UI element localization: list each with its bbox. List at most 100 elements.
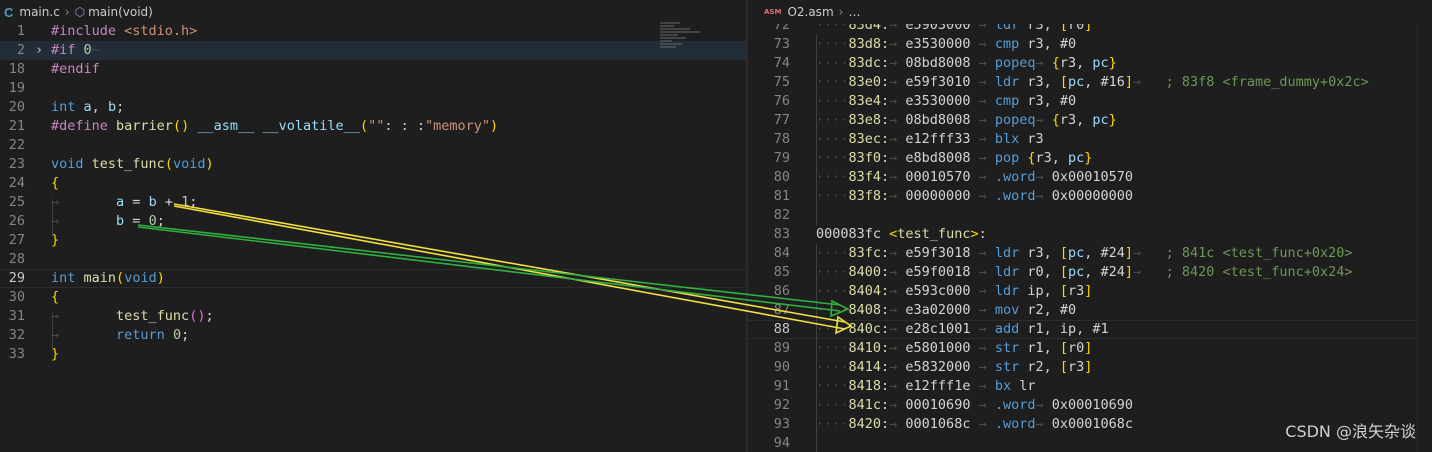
code-line[interactable]: 21 #define barrier() __asm__ __volatile__… xyxy=(0,117,746,136)
code-line[interactable]: 73 ····83d8:→ e3530000 → cmp r3, #0 xyxy=(748,35,1432,54)
token: → xyxy=(1133,245,1166,261)
token: ; 841c <test_func+0x20> xyxy=(1165,245,1353,261)
line-number: 28 xyxy=(8,251,25,267)
token: e3530000 xyxy=(905,36,971,52)
code-line[interactable]: 81 ····83f8:→ 00000000 → .word→ 0x0000000… xyxy=(748,187,1432,206)
token: : xyxy=(978,226,987,242)
code-line[interactable]: 27} xyxy=(0,231,746,250)
token: int xyxy=(51,99,76,115)
token: r3 xyxy=(1068,359,1085,375)
line-text: ····83ec:→ e12fff33 → blx r3 xyxy=(816,130,1044,149)
c-code-area[interactable]: 1 #include <stdio.h> 2 › #if 0⋯ 18 #endif 19 20 i… xyxy=(0,22,746,364)
token: 0 xyxy=(83,42,92,58)
code-line[interactable]: 28 xyxy=(0,250,746,269)
code-line[interactable]: 75 ····83e0:→ e59f3010 → ldr r3, [pc, #16… xyxy=(748,73,1432,92)
code-line[interactable]: 33} xyxy=(0,345,746,364)
c-editor-pane[interactable]: C main.c › ⬡ main(void) 1 #include <stdio… xyxy=(0,0,746,452)
fold-chevron-icon[interactable]: › xyxy=(35,41,43,60)
token: 83e8: xyxy=(848,112,890,128)
line-number: 90 xyxy=(773,359,790,375)
token: ···· xyxy=(816,169,849,185)
breadcrumb-file[interactable]: main.c xyxy=(19,5,59,19)
token: → xyxy=(970,340,995,356)
token: [ xyxy=(1059,359,1069,375)
code-line[interactable]: 26 → b = 0; xyxy=(0,212,746,231)
line-number: 26 xyxy=(8,213,25,229)
code-line[interactable]: 30 { xyxy=(0,288,746,307)
token: → xyxy=(889,131,906,147)
code-line[interactable]: 77 ····83e8:→ 08bd8008 → popeq→ {r3, pc} xyxy=(748,111,1432,130)
code-line[interactable]: 83 000083fc <test_func>: xyxy=(748,225,1432,244)
code-line[interactable]: 88 ····840c:→ e28c1001 → add r1, ip, #1 xyxy=(748,320,1432,339)
token: ···· xyxy=(816,150,849,166)
code-line[interactable]: 20 int a, b; xyxy=(0,98,746,117)
asm-code-area[interactable]: 72 ····83d4:→ e5903000 → ldr r3, [r0] 73 ··… xyxy=(748,16,1432,452)
code-line[interactable]: 84 ····83fc:→ e59f3018 → ldr r3, [pc, #24… xyxy=(748,244,1432,263)
code-line[interactable]: 87 ····8408:→ e3a02000 → mov r2, #0 xyxy=(748,301,1432,320)
token: ···· xyxy=(816,188,849,204)
code-line[interactable]: 80 ····83f4:→ 00010570 → .word→ 0x0001057… xyxy=(748,168,1432,187)
code-line[interactable]: 74 ····83dc:→ 08bd8008 → popeq→ {r3, pc} xyxy=(748,54,1432,73)
token: ldr xyxy=(994,283,1020,299)
code-line[interactable]: 24 { xyxy=(0,174,746,193)
breadcrumb-more[interactable]: … xyxy=(848,5,860,19)
token: → xyxy=(889,264,906,280)
asm-editor-pane[interactable]: ASM O2.asm › … 72 ····83d4:→ e5903000 → l… xyxy=(748,0,1432,452)
code-line[interactable]: 1 #include <stdio.h> xyxy=(0,22,746,41)
line-text: → test_func(); xyxy=(51,307,214,326)
code-line[interactable]: 79 ····83f0:→ e8bd8008 → pop {r3, pc} xyxy=(748,149,1432,168)
vertical-scrollbar[interactable] xyxy=(1417,0,1432,452)
code-line[interactable]: 25 → a = b + 1; xyxy=(0,193,746,212)
token: cmp xyxy=(994,36,1020,52)
token: pc xyxy=(1092,55,1109,71)
token: 08bd8008 xyxy=(905,55,971,71)
code-line[interactable]: 76 ····83e4:→ e3530000 → cmp r3, #0 xyxy=(748,92,1432,111)
token: __asm__ xyxy=(197,118,255,134)
token: ⋯ xyxy=(91,42,100,58)
token: <stdio.h> xyxy=(124,23,198,39)
chevron-right-icon: › xyxy=(64,5,70,19)
line-number: 31 xyxy=(8,308,25,324)
token: ···· xyxy=(816,55,849,71)
token: ldr xyxy=(994,74,1020,90)
line-number: 1 xyxy=(16,23,25,39)
code-line[interactable]: 18 #endif xyxy=(0,60,746,79)
code-line[interactable]: 92 ····841c:→ 00010690 → .word→ 0x0001069… xyxy=(748,396,1432,415)
breadcrumb-file[interactable]: O2.asm xyxy=(787,5,833,19)
code-line[interactable]: 90 ····8414:→ e5832000 → str r2, [r3] xyxy=(748,358,1432,377)
token: → xyxy=(1035,112,1052,128)
minimap[interactable] xyxy=(660,22,710,62)
code-line[interactable]: 91 ····8418:→ e12fff1e → bx lr xyxy=(748,377,1432,396)
code-line[interactable]: 85 ····8400:→ e59f0018 → ldr r0, [pc, #24… xyxy=(748,263,1432,282)
code-line[interactable]: 78 ····83ec:→ e12fff33 → blx r3 xyxy=(748,130,1432,149)
line-number: 33 xyxy=(8,346,25,362)
code-line[interactable]: 29 int main(void) xyxy=(0,269,746,288)
token: "memory" xyxy=(424,118,491,134)
token: → xyxy=(889,55,906,71)
code-line[interactable]: 22 xyxy=(0,136,746,155)
line-text: 000083fc <test_func>: xyxy=(816,225,987,244)
token: e12fff33 xyxy=(905,131,971,147)
token: test_func xyxy=(897,226,971,242)
token: 83f0: xyxy=(848,150,890,166)
token: → xyxy=(1133,264,1166,280)
indent-guide xyxy=(816,35,817,225)
token: ···· xyxy=(816,283,849,299)
code-line[interactable]: 82 xyxy=(748,206,1432,225)
token: .word xyxy=(994,397,1036,413)
token: r1, xyxy=(1019,340,1060,356)
token: ···· xyxy=(816,378,849,394)
breadcrumb-symbol[interactable]: main(void) xyxy=(88,5,153,19)
code-line[interactable]: 31 → test_func(); xyxy=(0,307,746,326)
token: ] xyxy=(1084,340,1093,356)
code-line[interactable]: 19 xyxy=(0,79,746,98)
code-line[interactable]: 86 ····8404:→ e593c000 → ldr ip, [r3] xyxy=(748,282,1432,301)
code-line[interactable]: 32 → return 0; xyxy=(0,326,746,345)
token: → xyxy=(51,194,84,210)
code-line[interactable]: 2 › #if 0⋯ xyxy=(0,41,746,60)
code-line[interactable]: 23 void test_func(void) xyxy=(0,155,746,174)
code-line[interactable]: 89 ····8410:→ e5801000 → str r1, [r0] xyxy=(748,339,1432,358)
line-number: 89 xyxy=(773,340,790,356)
line-number: 88 xyxy=(773,321,790,337)
